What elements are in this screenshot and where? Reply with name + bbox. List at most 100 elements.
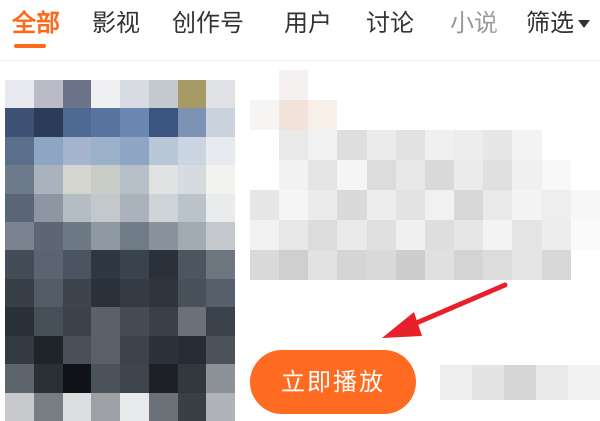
title-blur-pixel: [395, 100, 425, 130]
title-blur-pixel: [570, 250, 600, 280]
meta-blur-pixel: [568, 365, 600, 400]
thumbnail-pixel: [33, 335, 63, 365]
thumbnail-pixel: [177, 250, 207, 279]
title-blur-pixel: [483, 190, 513, 220]
thumbnail-pixel: [206, 278, 235, 308]
thumbnail-pixel: [62, 250, 92, 279]
title-blur-pixel: [395, 160, 425, 190]
thumbnail-pixel: [91, 222, 120, 251]
meta-blur-pixel: [472, 365, 504, 400]
title-blur-pixel: [541, 190, 571, 220]
title-blur-pixel: [512, 220, 542, 250]
thumbnail-pixel: [120, 108, 149, 137]
title-blur-pixel: [279, 250, 309, 280]
thumbnail-pixel: [177, 136, 207, 166]
thumbnail-pixel: [206, 307, 235, 336]
thumbnail-pixel: [120, 278, 149, 308]
thumbnail-pixel: [177, 278, 207, 308]
thumbnail-pixel: [120, 250, 149, 279]
title-blur-pixel: [250, 130, 280, 160]
title-blur-pixel: [308, 250, 338, 280]
thumbnail-pixel: [33, 80, 63, 109]
thumbnail-pixel: [120, 307, 149, 336]
thumbnail-pixel: [120, 364, 149, 393]
thumbnail-pixel: [5, 307, 34, 336]
thumbnail-pixel: [62, 307, 92, 336]
title-blur-pixel: [395, 250, 425, 280]
thumbnail-pixel: [120, 335, 149, 365]
thumbnail-pixel: [5, 165, 34, 194]
tab-discussion[interactable]: 讨论: [366, 6, 414, 40]
thumbnail-pixel: [5, 250, 34, 279]
title-blur-pixel: [395, 70, 425, 100]
title-blur-pixel: [424, 100, 455, 130]
thumbnail-pixel: [148, 108, 178, 137]
thumbnail-pixel: [206, 364, 235, 393]
tab-creator[interactable]: 创作号: [172, 6, 244, 40]
title-blur-pixel: [483, 250, 513, 280]
thumbnail-pixel: [120, 136, 149, 166]
title-blur-pixel: [454, 130, 484, 160]
thumbnail-pixel: [62, 278, 92, 308]
filter-button[interactable]: 筛选: [526, 6, 590, 40]
title-blur-pixel: [483, 130, 513, 160]
title-blur-pixel: [279, 100, 309, 130]
thumbnail-pixel: [177, 222, 207, 251]
category-tab-bar: 全部 影视 创作号 用户 讨论 小说 筛选: [0, 0, 600, 52]
caret-down-icon: [578, 20, 590, 28]
active-tab-indicator: [14, 44, 46, 48]
thumbnail-pixel: [91, 307, 120, 336]
title-blur-pixel: [570, 100, 600, 130]
title-blur-pixel: [541, 250, 571, 280]
thumbnail-pixel: [33, 364, 63, 393]
title-blur-pixel: [366, 160, 396, 190]
thumbnail-pixel: [120, 80, 149, 109]
title-blur-pixel: [424, 160, 455, 190]
thumbnail-pixel: [33, 250, 63, 279]
thumbnail-pixel: [5, 222, 34, 251]
title-blur-pixel: [308, 160, 338, 190]
title-blur-pixel: [424, 130, 455, 160]
tab-fade-mask: [490, 0, 520, 46]
title-blur-pixel: [541, 220, 571, 250]
title-blur-pixel: [570, 220, 600, 250]
title-blur-pixel: [279, 220, 309, 250]
title-blur-pixel: [541, 70, 571, 100]
title-blur-pixel: [424, 250, 455, 280]
thumbnail-pixel: [33, 136, 63, 166]
thumbnail-pixel: [177, 80, 207, 109]
thumbnail-pixel: [33, 108, 63, 137]
title-blur-pixel: [366, 100, 396, 130]
play-now-button[interactable]: 立即播放: [250, 350, 416, 414]
thumbnail-pixel: [120, 392, 149, 421]
thumbnail-pixel: [62, 108, 92, 137]
thumbnail-pixel: [177, 364, 207, 393]
thumbnail-pixel: [148, 392, 178, 421]
thumbnail-pixel: [206, 335, 235, 365]
meta-blur-pixel: [504, 365, 536, 400]
video-thumbnail[interactable]: [5, 80, 235, 421]
thumbnail-pixel: [91, 364, 120, 393]
thumbnail-pixel: [91, 392, 120, 421]
thumbnail-pixel: [177, 392, 207, 421]
thumbnail-pixel: [33, 165, 63, 194]
tab-all[interactable]: 全部: [12, 6, 60, 40]
thumbnail-pixel: [91, 80, 120, 109]
title-blur-pixel: [454, 190, 484, 220]
thumbnail-pixel: [62, 364, 92, 393]
thumbnail-pixel: [62, 136, 92, 166]
thumbnail-pixel: [206, 222, 235, 251]
title-blur-pixel: [250, 190, 280, 220]
thumbnail-pixel: [33, 278, 63, 308]
thumbnail-pixel: [120, 193, 149, 223]
thumbnail-pixel: [206, 108, 235, 137]
title-blur-pixel: [366, 220, 396, 250]
thumbnail-pixel: [120, 222, 149, 251]
title-blur-pixel: [454, 160, 484, 190]
filter-label: 筛选: [526, 9, 574, 37]
title-blur-pixel: [337, 220, 367, 250]
tab-users[interactable]: 用户: [284, 6, 332, 40]
tab-film-tv[interactable]: 影视: [92, 6, 140, 40]
thumbnail-pixel: [5, 392, 34, 421]
title-blur-pixel: [424, 70, 455, 100]
